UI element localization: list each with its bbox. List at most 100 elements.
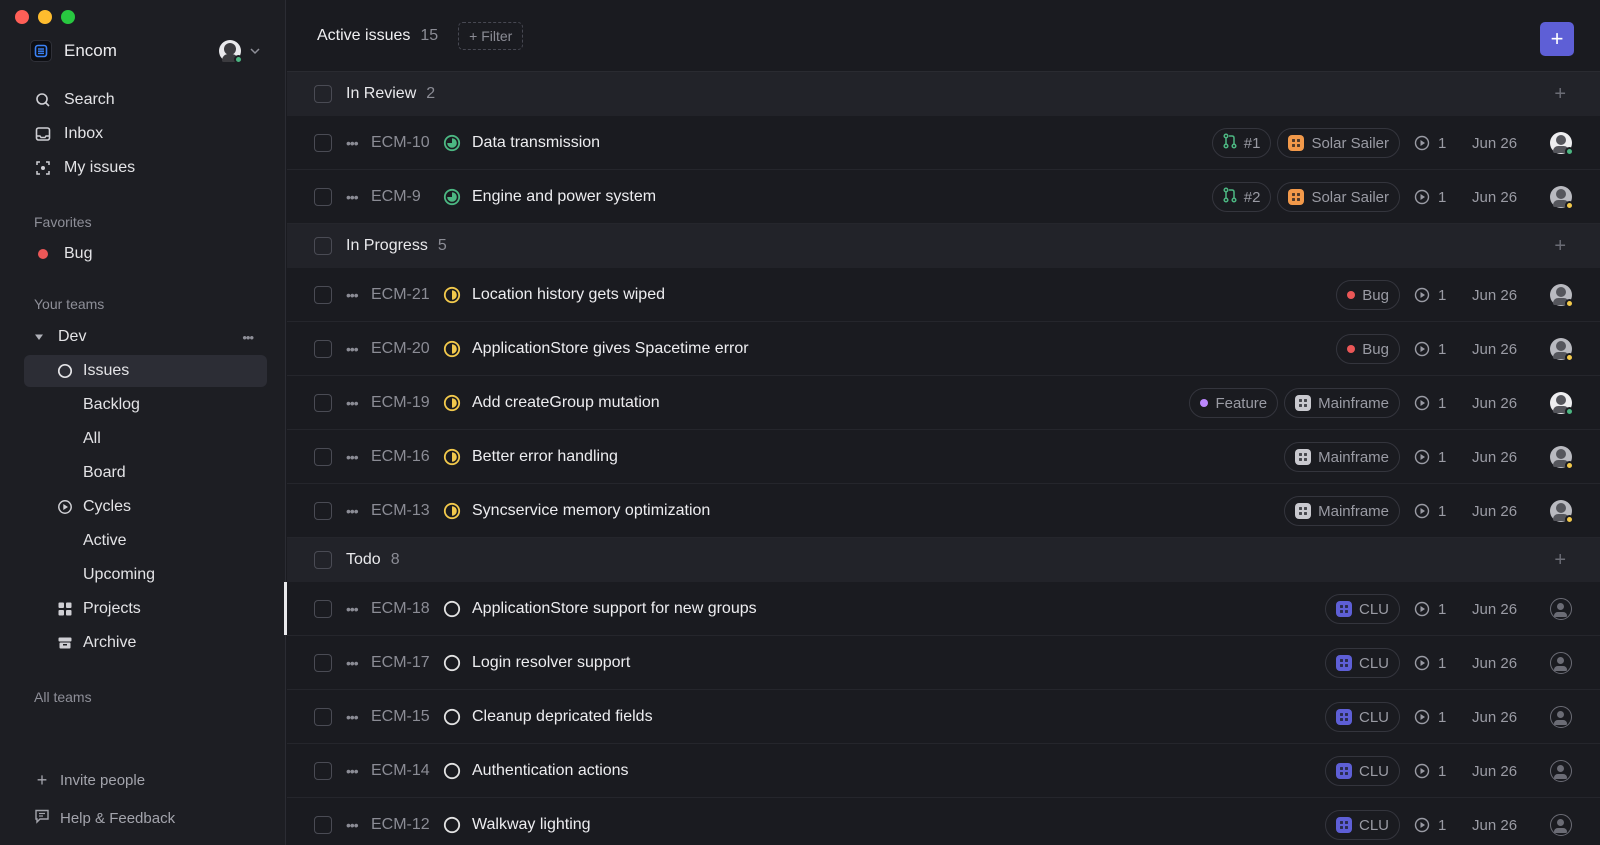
add-issue-to-group-icon[interactable]: + <box>1554 235 1566 258</box>
add-issue-to-group-icon[interactable]: + <box>1554 83 1566 106</box>
issue-row[interactable]: ••• ECM-9 Engine and power system #2 Sol… <box>287 170 1600 224</box>
status-in-progress-icon[interactable] <box>443 502 461 520</box>
assignee[interactable] <box>1550 760 1572 782</box>
team-projects-link[interactable]: Projects <box>24 593 267 625</box>
issue-select-checkbox[interactable] <box>314 187 332 206</box>
invite-people-button[interactable]: + Invite people <box>34 770 145 791</box>
new-issue-button[interactable]: + <box>1540 22 1574 56</box>
issue-row[interactable]: ••• ECM-10 Data transmission #1 Solar Sa… <box>287 116 1600 170</box>
zoom-window-button[interactable] <box>61 10 75 24</box>
project-chip[interactable]: Solar Sailer <box>1277 128 1400 158</box>
user-avatar[interactable] <box>219 40 243 64</box>
project-chip[interactable]: Solar Sailer <box>1277 182 1400 212</box>
cycle-indicator[interactable]: 1 <box>1414 395 1450 412</box>
more-actions-icon[interactable]: ••• <box>346 135 362 151</box>
group-select-checkbox[interactable] <box>314 85 332 103</box>
team-upcoming-cycle-link[interactable]: Upcoming <box>24 559 267 591</box>
assignee[interactable] <box>1550 446 1574 470</box>
status-todo-icon[interactable] <box>443 708 461 726</box>
close-window-button[interactable] <box>15 10 29 24</box>
cycle-indicator[interactable]: 1 <box>1414 817 1450 834</box>
more-actions-icon[interactable]: ••• <box>346 503 362 519</box>
more-actions-icon[interactable]: ••• <box>346 763 362 779</box>
project-chip[interactable]: CLU <box>1324 594 1400 624</box>
cycle-indicator[interactable]: 1 <box>1414 189 1450 206</box>
status-in-review-icon[interactable] <box>443 134 461 152</box>
help-feedback-button[interactable]: Help & Feedback <box>34 808 175 828</box>
nav-search[interactable]: Search <box>24 84 267 116</box>
issue-select-checkbox[interactable] <box>314 285 332 304</box>
project-chip[interactable]: CLU <box>1324 756 1400 786</box>
issue-select-checkbox[interactable] <box>314 339 332 358</box>
team-archive-link[interactable]: Archive <box>24 627 267 659</box>
chevron-down-icon[interactable] <box>249 45 261 57</box>
status-in-progress-icon[interactable] <box>443 286 461 304</box>
issue-row[interactable]: ••• ECM-14 Authentication actions CLU 1 … <box>287 744 1600 798</box>
issue-select-checkbox[interactable] <box>314 393 332 412</box>
group-header-todo[interactable]: Todo 8 + <box>287 538 1600 582</box>
issue-select-checkbox[interactable] <box>314 133 332 152</box>
label-chip[interactable]: Feature <box>1189 388 1279 418</box>
issue-select-checkbox[interactable] <box>314 501 332 520</box>
workspace-switcher[interactable]: Encom <box>30 38 261 64</box>
issue-select-checkbox[interactable] <box>314 599 332 618</box>
cycle-indicator[interactable]: 1 <box>1414 763 1450 780</box>
cycle-indicator[interactable]: 1 <box>1414 449 1450 466</box>
issue-row[interactable]: ••• ECM-20 ApplicationStore gives Spacet… <box>287 322 1600 376</box>
nav-my-issues[interactable]: My issues <box>24 152 267 184</box>
favorite-bug[interactable]: Bug <box>24 238 267 270</box>
project-chip[interactable]: CLU <box>1324 648 1400 678</box>
issue-select-checkbox[interactable] <box>314 447 332 466</box>
status-in-review-icon[interactable] <box>443 188 461 206</box>
issue-row[interactable]: ••• ECM-17 Login resolver support CLU 1 … <box>287 636 1600 690</box>
team-backlog-link[interactable]: Backlog <box>24 389 267 421</box>
team-all-link[interactable]: All <box>24 423 267 455</box>
assignee[interactable] <box>1550 706 1572 728</box>
team-more-icon[interactable]: ••• <box>242 330 254 345</box>
more-actions-icon[interactable]: ••• <box>346 601 362 617</box>
cycle-indicator[interactable]: 1 <box>1414 287 1450 304</box>
cycle-indicator[interactable]: 1 <box>1414 601 1450 618</box>
issue-select-checkbox[interactable] <box>314 761 332 780</box>
add-filter-button[interactable]: + Filter <box>458 21 524 50</box>
assignee[interactable] <box>1550 652 1572 674</box>
cycle-indicator[interactable]: 1 <box>1414 655 1450 672</box>
group-select-checkbox[interactable] <box>314 237 332 255</box>
issue-select-checkbox[interactable] <box>314 653 332 672</box>
label-chip[interactable]: Bug <box>1336 334 1400 364</box>
assignee[interactable] <box>1550 392 1574 416</box>
more-actions-icon[interactable]: ••• <box>346 655 362 671</box>
project-chip[interactable]: Mainframe <box>1284 388 1400 418</box>
cycle-indicator[interactable]: 1 <box>1414 503 1450 520</box>
project-chip[interactable]: CLU <box>1324 810 1400 840</box>
issue-row[interactable]: ••• ECM-19 Add createGroup mutation Feat… <box>287 376 1600 430</box>
status-todo-icon[interactable] <box>443 654 461 672</box>
group-header-in-progress[interactable]: In Progress 5 + <box>287 224 1600 268</box>
cycle-indicator[interactable]: 1 <box>1414 135 1450 152</box>
more-actions-icon[interactable]: ••• <box>346 709 362 725</box>
more-actions-icon[interactable]: ••• <box>346 817 362 833</box>
nav-inbox[interactable]: Inbox <box>24 118 267 150</box>
team-cycles-link[interactable]: Cycles <box>24 491 267 523</box>
status-in-progress-icon[interactable] <box>443 340 461 358</box>
project-chip[interactable]: Mainframe <box>1284 442 1400 472</box>
status-in-progress-icon[interactable] <box>443 394 461 412</box>
more-actions-icon[interactable]: ••• <box>346 189 362 205</box>
team-issues-link[interactable]: Issues <box>24 355 267 387</box>
pull-request-chip[interactable]: #1 <box>1211 128 1272 158</box>
project-chip[interactable]: Mainframe <box>1284 496 1400 526</box>
issue-row[interactable]: ••• ECM-12 Walkway lighting CLU 1 Jun 26 <box>287 798 1600 845</box>
cycle-indicator[interactable]: 1 <box>1414 341 1450 358</box>
assignee[interactable] <box>1550 338 1574 362</box>
project-chip[interactable]: CLU <box>1324 702 1400 732</box>
pull-request-chip[interactable]: #2 <box>1211 182 1272 212</box>
status-todo-icon[interactable] <box>443 600 461 618</box>
issue-row[interactable]: ••• ECM-13 Syncservice memory optimizati… <box>287 484 1600 538</box>
minimize-window-button[interactable] <box>38 10 52 24</box>
assignee[interactable] <box>1550 598 1572 620</box>
cycle-indicator[interactable]: 1 <box>1414 709 1450 726</box>
add-issue-to-group-icon[interactable]: + <box>1554 549 1566 572</box>
team-board-link[interactable]: Board <box>24 457 267 489</box>
issue-row[interactable]: ••• ECM-21 Location history gets wiped B… <box>287 268 1600 322</box>
issue-select-checkbox[interactable] <box>314 707 332 726</box>
